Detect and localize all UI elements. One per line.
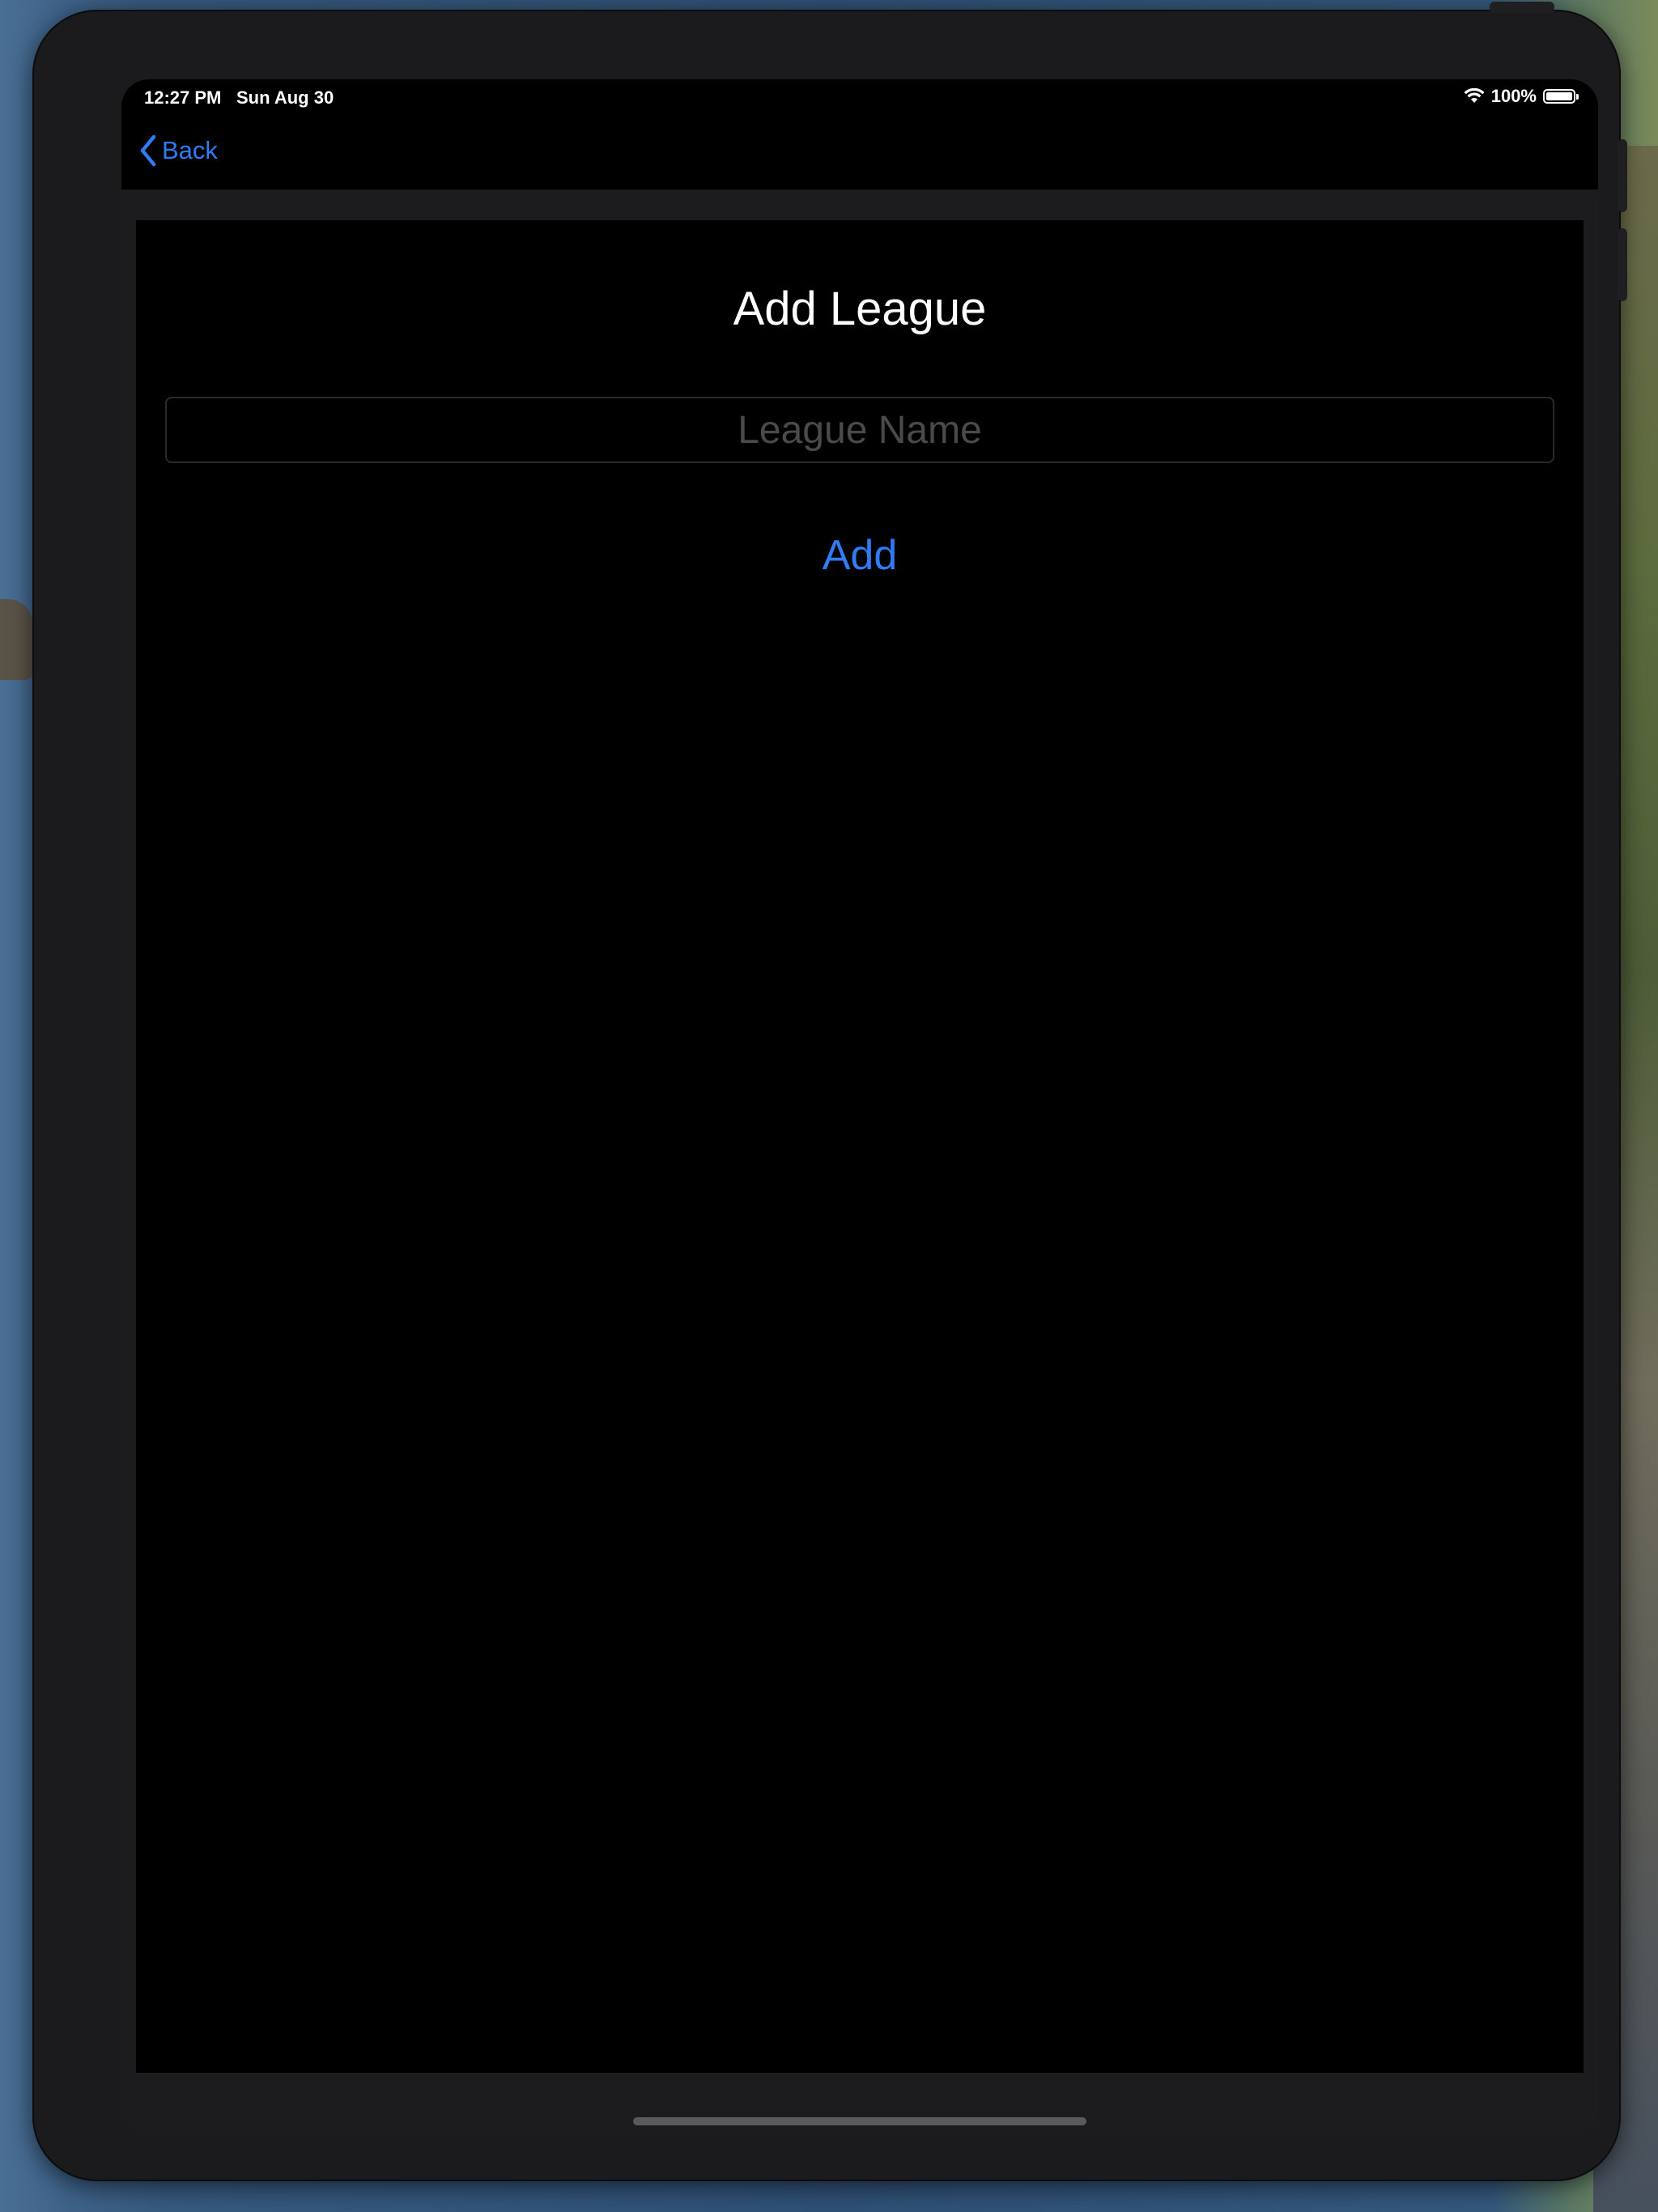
chevron-left-icon xyxy=(139,134,162,167)
status-time: 12:27 PM xyxy=(144,87,222,108)
page-title: Add League xyxy=(733,283,987,335)
back-button-label: Back xyxy=(162,136,218,164)
top-button xyxy=(1490,2,1554,13)
ipad-simulator-frame: 12:27 PM Sun Aug 30 100% Back Add League… xyxy=(32,2,1627,2181)
league-name-input[interactable] xyxy=(165,397,1554,463)
volume-up-button xyxy=(1618,139,1627,212)
back-button[interactable]: Back xyxy=(139,134,218,167)
add-league-view: Add League Add xyxy=(136,220,1584,2073)
device-screen: 12:27 PM Sun Aug 30 100% Back Add League… xyxy=(121,79,1598,2136)
wifi-icon xyxy=(1464,88,1485,104)
status-bar: 12:27 PM Sun Aug 30 100% xyxy=(121,79,1598,117)
add-button-container: Add xyxy=(136,531,1584,580)
battery-percentage: 100% xyxy=(1490,86,1537,106)
battery-icon xyxy=(1543,89,1579,104)
navigation-bar: 12:27 PM Sun Aug 30 100% Back xyxy=(121,79,1598,189)
volume-down-button xyxy=(1618,228,1627,301)
add-button[interactable]: Add xyxy=(823,532,898,579)
status-date: Sun Aug 30 xyxy=(236,87,334,108)
home-indicator[interactable] xyxy=(633,2117,1086,2125)
wallpaper-rock xyxy=(0,599,32,680)
status-indicators: 100% xyxy=(1464,86,1579,107)
